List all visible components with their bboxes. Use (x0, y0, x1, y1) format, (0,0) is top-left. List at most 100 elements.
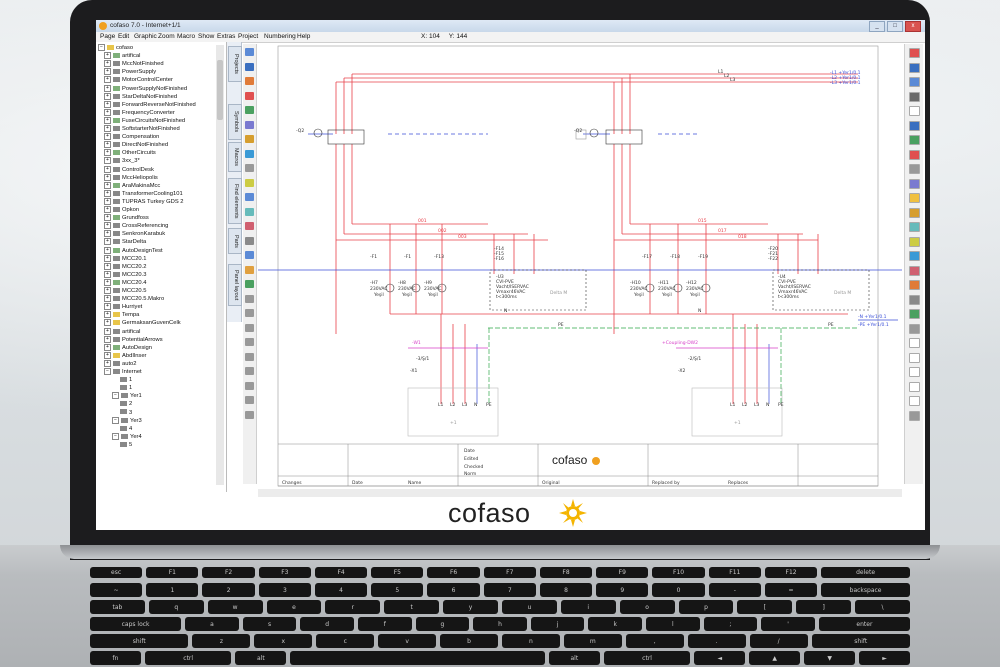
tree-scroll-thumb[interactable] (217, 60, 223, 120)
tool-icon[interactable] (909, 338, 920, 348)
key-g[interactable]: g (415, 617, 470, 631)
tree-item[interactable]: + TUPRAS Turkey GDS 2 (104, 197, 184, 206)
key-ctrl[interactable]: ctrl (603, 651, 691, 665)
tool-icon[interactable] (245, 222, 254, 230)
menu-help[interactable]: Help (297, 32, 310, 42)
expand-toggle-icon[interactable]: + (104, 246, 111, 254)
key-[interactable]: ◄ (694, 651, 746, 665)
expand-toggle-icon[interactable]: + (104, 327, 111, 335)
key-j[interactable]: j (530, 617, 585, 631)
menu-page[interactable]: Page (100, 32, 115, 42)
key-[interactable]: ► (859, 651, 910, 665)
key-q[interactable]: q (148, 600, 204, 614)
tool-icon[interactable] (245, 323, 254, 332)
expand-toggle-icon[interactable]: + (104, 222, 111, 230)
expand-toggle-icon[interactable]: + (104, 335, 111, 343)
tree-item[interactable]: + FrequencyConverter (104, 108, 175, 117)
tool-icon[interactable] (245, 280, 254, 288)
key-x[interactable]: x (254, 634, 313, 648)
tree-item[interactable]: + MCC20.1 (104, 254, 146, 263)
tool-icon[interactable] (909, 91, 920, 102)
key-7[interactable]: 7 (483, 583, 536, 597)
key-a[interactable]: a (185, 617, 239, 631)
expand-toggle-icon[interactable]: + (104, 116, 111, 124)
expand-toggle-icon[interactable]: + (104, 238, 111, 246)
tool-icon[interactable] (245, 77, 254, 85)
key-f2[interactable]: F2 (202, 567, 255, 578)
key-p[interactable]: p (678, 600, 734, 614)
key-f7[interactable]: F7 (483, 567, 536, 578)
key-1[interactable]: 1 (146, 583, 199, 597)
expand-toggle-icon[interactable]: + (104, 197, 111, 205)
tool-icon[interactable] (909, 251, 920, 261)
expand-toggle-icon[interactable]: + (104, 262, 111, 270)
tree-item[interactable]: + Compensation (104, 133, 159, 141)
key-e[interactable]: e (266, 600, 322, 614)
key-ctrl[interactable]: ctrl (144, 651, 232, 665)
key-f1[interactable]: F1 (146, 567, 199, 578)
tool-icon[interactable] (245, 48, 254, 56)
tree-item[interactable]: + AutoDesign (104, 343, 152, 352)
tree-item[interactable]: + PotentialArrows (104, 335, 163, 344)
tree-item-internet[interactable]: 5 (120, 441, 132, 449)
key-k[interactable]: k (588, 617, 643, 631)
expand-toggle-icon[interactable]: + (104, 173, 111, 181)
tool-icon[interactable] (245, 106, 254, 114)
tree-item[interactable]: + MotorControlCenter (104, 76, 173, 84)
key-z[interactable]: z (192, 634, 251, 648)
tool-icon[interactable] (909, 77, 920, 87)
tab-symbols[interactable]: Symbols (228, 104, 242, 140)
tool-icon[interactable] (245, 91, 254, 100)
tree-item[interactable]: + AraMakinaMcc (104, 181, 160, 190)
tree-item[interactable]: + Tempa (104, 311, 139, 319)
expand-toggle-icon[interactable]: + (104, 319, 111, 327)
key-w[interactable]: w (207, 600, 263, 614)
tool-icon[interactable] (245, 338, 254, 346)
expand-toggle-icon[interactable]: + (104, 133, 111, 141)
tab-panel-layout[interactable]: Panel layout (228, 264, 242, 306)
tree-item[interactable]: + auto2 (104, 359, 137, 368)
key-[interactable]: = (764, 583, 818, 597)
expand-toggle-icon[interactable]: + (104, 125, 111, 132)
expand-toggle-icon[interactable]: + (104, 351, 111, 359)
key-y[interactable]: y (443, 600, 498, 614)
tree-item[interactable]: + ForwardReverseNotFinished (104, 100, 196, 109)
key-alt[interactable]: alt (548, 651, 600, 665)
key-[interactable]: , (625, 634, 684, 648)
key-capslock[interactable]: caps lock (90, 617, 182, 631)
key-[interactable]: - (708, 583, 761, 597)
key-f8[interactable]: F8 (539, 567, 593, 578)
key-4[interactable]: 4 (314, 583, 368, 597)
tool-icon[interactable] (909, 381, 920, 392)
tree-item[interactable]: + CrossReferencing (104, 222, 168, 230)
key-f[interactable]: f (357, 617, 412, 631)
tree-item[interactable]: + AbdIlnser (104, 351, 147, 360)
key-f3[interactable]: F3 (258, 567, 311, 578)
tool-icon[interactable] (909, 323, 920, 334)
expand-toggle-icon[interactable]: + (104, 343, 111, 351)
tree-item[interactable]: + MCC20.3 (104, 270, 146, 279)
tool-icon[interactable] (909, 48, 920, 58)
expand-toggle-icon[interactable]: + (104, 76, 111, 84)
tree-item[interactable]: + MCC20.5.Makro (104, 295, 164, 303)
key-f12[interactable]: F12 (764, 567, 818, 578)
tool-icon[interactable] (909, 207, 920, 218)
tool-icon[interactable] (245, 236, 254, 245)
tree-item-internet[interactable]: 4 (120, 425, 132, 433)
tool-icon[interactable] (245, 381, 254, 390)
expand-toggle-icon[interactable]: + (104, 254, 111, 262)
key-[interactable]: ~ (90, 583, 143, 597)
tree-item[interactable]: + Hurriyet (104, 303, 142, 311)
tree-item[interactable]: + MCC20.4 (104, 278, 146, 287)
key-m[interactable]: m (563, 634, 622, 648)
key-2[interactable]: 2 (202, 583, 255, 597)
expand-toggle-icon[interactable]: + (104, 270, 111, 278)
minimize-button[interactable]: _ (869, 21, 885, 32)
tool-icon[interactable] (909, 193, 920, 203)
menu-extras[interactable]: Extras (217, 32, 235, 42)
key-h[interactable]: h (473, 617, 527, 631)
tree-item[interactable]: +3xx_3* (104, 157, 140, 165)
tool-icon[interactable] (909, 265, 920, 276)
expand-toggle-icon[interactable]: + (104, 149, 111, 157)
expand-toggle-icon[interactable]: + (104, 141, 111, 149)
